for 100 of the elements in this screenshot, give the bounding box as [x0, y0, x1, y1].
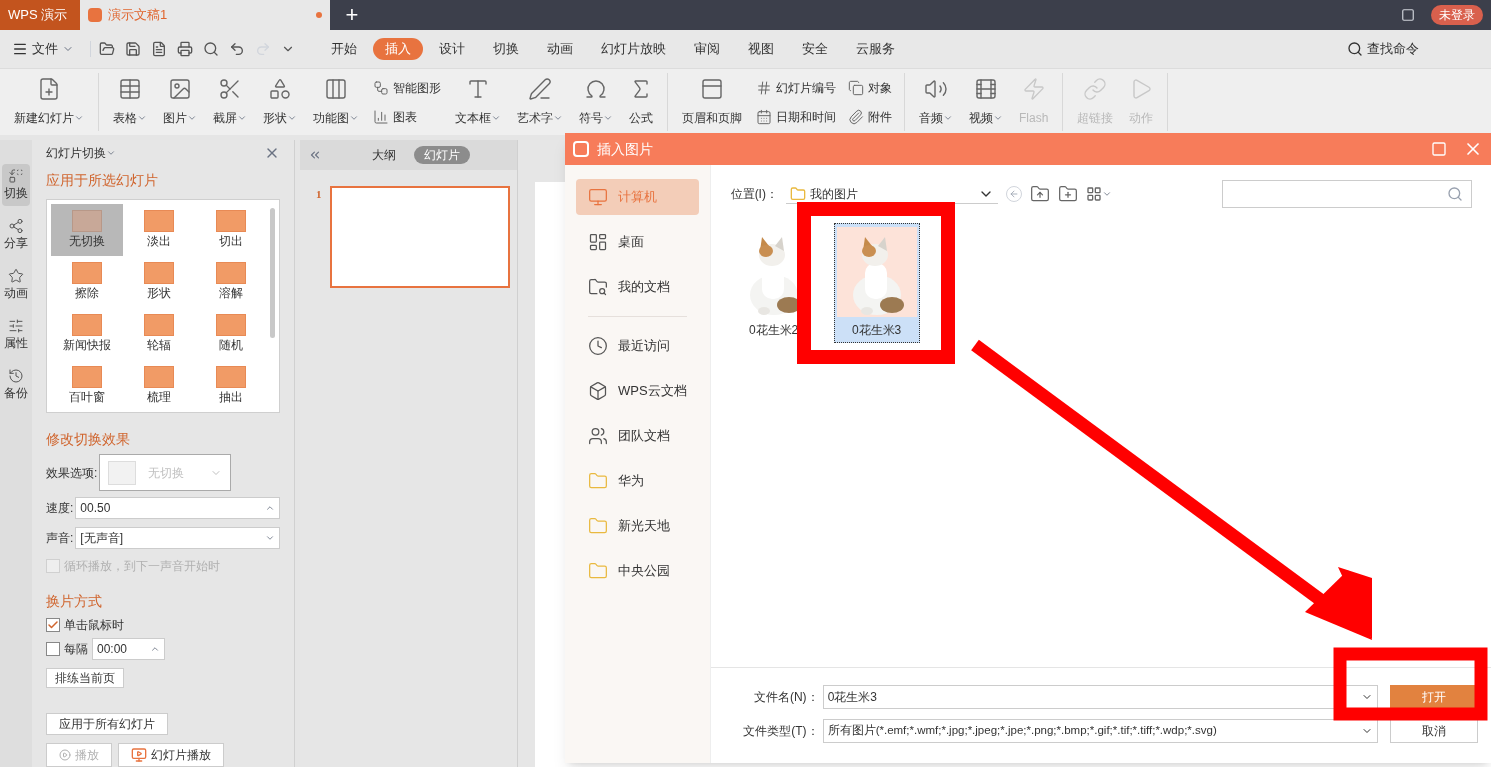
new-folder-icon[interactable] [1057, 184, 1078, 204]
folder-icon [789, 185, 806, 202]
ribbon-button[interactable]: 艺术字 [511, 73, 569, 131]
slideshow-button[interactable]: 幻灯片播放 [118, 743, 224, 767]
ribbon-button[interactable]: 幻灯片编号 [756, 78, 836, 97]
save-icon[interactable] [125, 41, 141, 57]
effect-item[interactable]: 淡出 [123, 204, 195, 256]
effect-item[interactable]: 梳理 [123, 360, 195, 412]
folder-up-icon[interactable] [1029, 184, 1050, 204]
undo-icon[interactable] [229, 41, 245, 57]
menu-tab[interactable]: 云服务 [844, 38, 907, 60]
ribbon-button[interactable]: 表格 [107, 73, 153, 131]
ribbon-button[interactable]: 智能图形 [373, 78, 441, 97]
file-item[interactable]: 0花生米3 [833, 223, 920, 343]
new-tab-button[interactable]: + [330, 0, 374, 30]
menu-tab[interactable]: 幻灯片放映 [589, 38, 678, 60]
nav-item[interactable]: 桌面 [576, 224, 699, 260]
checkbox[interactable] [46, 618, 60, 632]
spinner-icon[interactable] [265, 503, 275, 513]
nav-item[interactable]: 最近访问 [576, 328, 699, 364]
effect-item[interactable]: 切出 [195, 204, 267, 256]
effect-item[interactable]: 擦除 [51, 256, 123, 308]
ribbon-button[interactable]: 新建幻灯片 [8, 73, 90, 131]
menu-tab[interactable]: 审阅 [682, 38, 732, 60]
ribbon-button[interactable]: 图片 [157, 73, 203, 131]
checkbox[interactable] [46, 642, 60, 656]
interval-field[interactable]: 00:00 [92, 638, 165, 660]
ribbon-button[interactable]: 公式 [623, 73, 659, 131]
caret-icon [1101, 189, 1112, 199]
star-icon [8, 268, 24, 284]
cancel-button[interactable]: 取消 [1389, 719, 1478, 743]
rail-tab[interactable]: 动画 [2, 264, 30, 306]
sound-select[interactable]: [无声音] [75, 527, 280, 549]
speed-field[interactable]: 00.50 [75, 497, 280, 519]
caret-icon [491, 113, 501, 123]
maximize-icon[interactable] [1431, 141, 1447, 157]
spinner-icon[interactable] [150, 644, 160, 654]
filetype-select[interactable]: 所有图片(*.emf;*.wmf;*.jpg;*.jpeg;*.jpe;*.png;*.bmp;*.gif;*.tif;*.tiff;*.wdp;*.svg) [822, 719, 1378, 743]
view-tab[interactable]: 大纲 [361, 146, 406, 164]
location-select[interactable]: 我的图片 [785, 184, 998, 204]
menu-tab[interactable]: 视图 [736, 38, 786, 60]
file-menu[interactable]: 文件 [12, 39, 86, 59]
ribbon-button[interactable]: 图表 [373, 107, 441, 126]
filename-field[interactable]: 0花生米3 [822, 685, 1378, 709]
rail-tab[interactable]: 备份 [2, 364, 30, 406]
caret-icon [553, 113, 563, 123]
ribbon-button[interactable]: 符号 [573, 73, 619, 131]
ribbon-button[interactable]: 视频 [963, 73, 1009, 131]
nav-item[interactable]: 华为 [576, 463, 699, 499]
effect-item[interactable]: 轮辐 [123, 308, 195, 360]
effect-item[interactable]: 新闻快报 [51, 308, 123, 360]
view-menu-button[interactable] [1085, 186, 1112, 202]
menu-tab[interactable]: 开始 [319, 38, 369, 60]
menu-tab[interactable]: 安全 [790, 38, 840, 60]
app-tab[interactable]: WPS 演示 [0, 0, 80, 30]
transition-icon [108, 460, 137, 485]
ribbon-button[interactable]: 日期和时间 [756, 107, 836, 126]
rail-tab[interactable]: 属性 [2, 314, 30, 356]
open-icon[interactable] [99, 41, 115, 57]
speaker-icon [924, 77, 948, 101]
ribbon-button[interactable]: 形状 [257, 73, 303, 131]
nav-item[interactable]: 新光天地 [576, 508, 699, 544]
search-field[interactable] [1221, 180, 1472, 208]
nav-item[interactable]: 团队文档 [576, 418, 699, 454]
print-icon[interactable] [177, 41, 193, 57]
effect-item[interactable]: 溶解 [195, 256, 267, 308]
pdf-icon[interactable] [151, 41, 167, 57]
login-button[interactable]: 未登录 [1431, 5, 1483, 25]
sliders-icon [8, 318, 24, 334]
effect-item[interactable]: 形状 [123, 256, 195, 308]
command-search[interactable]: 查找命令 [1347, 39, 1419, 59]
effect-item[interactable]: 抽出 [195, 360, 267, 412]
slide-thumbnail[interactable] [329, 186, 510, 288]
rail-tab[interactable]: 切换 [2, 164, 30, 206]
field-label: 效果选项: [46, 464, 98, 482]
preview-icon[interactable] [203, 41, 219, 57]
nav-item[interactable]: 我的文档 [576, 269, 699, 305]
collapse-icon[interactable] [308, 148, 322, 162]
effect-item[interactable]: 百叶窗 [51, 360, 123, 412]
rehearse-button[interactable]: 排练当前页 [46, 668, 124, 689]
rail-tab[interactable]: 分享 [2, 214, 30, 256]
effect-item[interactable]: 随机 [195, 308, 267, 360]
ribbon-button[interactable]: 文本框 [449, 73, 507, 131]
menu-tab[interactable]: 动画 [535, 38, 585, 60]
ribbon-button[interactable]: 音频 [913, 73, 959, 131]
ribbon-button[interactable]: 功能图 [307, 73, 365, 131]
caret-icon [603, 113, 613, 123]
ribbon-button[interactable]: 页眉和页脚 [676, 73, 748, 131]
ribbon-button[interactable]: 附件 [848, 107, 892, 126]
ribbon-button[interactable]: 截屏 [207, 73, 253, 131]
image-icon [168, 77, 192, 101]
nav-item[interactable]: WPS云文档 [576, 373, 699, 409]
folder-icon [588, 516, 608, 536]
ribbon-button[interactable]: 对象 [848, 78, 892, 97]
menu-tab[interactable]: 切换 [481, 38, 531, 60]
menu-tab[interactable]: 设计 [427, 38, 477, 60]
apply-all-button[interactable]: 应用于所有幻灯片 [46, 713, 168, 735]
effect-item[interactable]: 无切换 [51, 204, 123, 256]
cube-icon [588, 381, 608, 401]
nav-item[interactable]: 中央公园 [576, 553, 699, 589]
